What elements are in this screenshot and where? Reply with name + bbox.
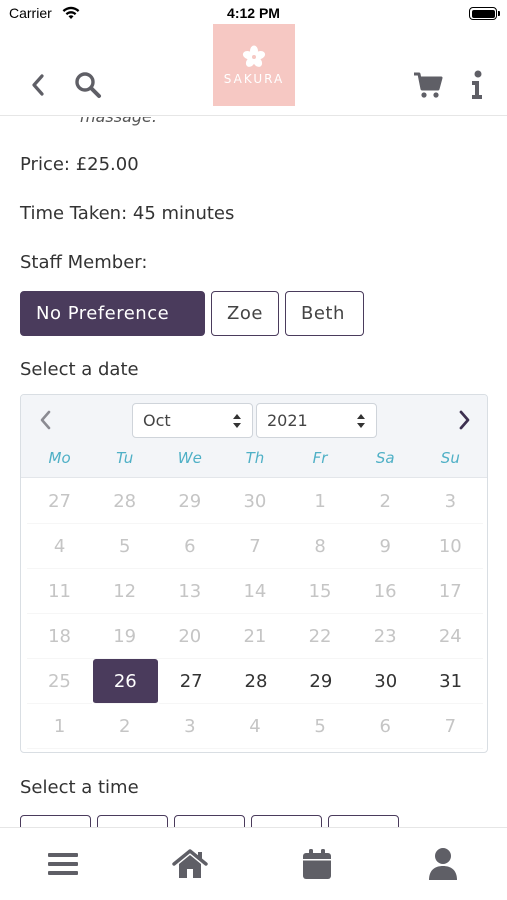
flower-icon: [242, 45, 266, 67]
calendar-day: 11: [27, 569, 93, 614]
calendar-day[interactable]: 28: [223, 659, 289, 704]
staff-options: No Preference Zoe Beth: [20, 291, 364, 336]
month-value: Oct: [143, 411, 171, 430]
calendar-day: 7: [417, 704, 483, 749]
time-slot-button[interactable]: [20, 815, 91, 827]
month-select[interactable]: Oct: [132, 403, 253, 438]
staff-option-zoe[interactable]: Zoe: [211, 291, 279, 336]
cart-icon[interactable]: [411, 68, 445, 102]
calendar-week: 27 28 29 30 1 2 3: [27, 479, 483, 524]
calendar-day: 1: [287, 479, 353, 524]
select-time-label: Select a time: [20, 777, 139, 798]
year-select[interactable]: 2021: [256, 403, 377, 438]
weekday-label: Tu: [116, 449, 134, 467]
calendar-day: 22: [287, 614, 353, 659]
calendar-day: 13: [157, 569, 223, 614]
calendar-day: 2: [92, 704, 158, 749]
calendar-day: 2: [352, 479, 418, 524]
calendar-icon[interactable]: [299, 846, 335, 882]
staff-option-beth[interactable]: Beth: [285, 291, 364, 336]
calendar-day: 24: [417, 614, 483, 659]
calendar-day: 15: [287, 569, 353, 614]
weekday-label: Sa: [375, 449, 395, 467]
calendar-day: 5: [92, 524, 158, 569]
weekday-label: Su: [440, 449, 460, 467]
weekday-label: Fr: [312, 449, 328, 467]
year-value: 2021: [267, 411, 308, 430]
calendar-header: Oct 2021 Mo Tu We Th Fr Sa Su: [21, 395, 487, 478]
calendar-day: 18: [27, 614, 93, 659]
calendar-day: 6: [157, 524, 223, 569]
search-icon[interactable]: [71, 68, 105, 102]
calendar-day[interactable]: 30: [353, 659, 419, 704]
select-caret-icon: [233, 414, 241, 428]
calendar-week: 25 26 27 28 29 30 31: [27, 659, 484, 704]
time-slot-button[interactable]: [328, 815, 399, 827]
calendar-day: 23: [352, 614, 418, 659]
calendar-day: 21: [222, 614, 288, 659]
select-caret-icon: [357, 414, 365, 428]
calendar-day: 19: [92, 614, 158, 659]
calendar-day[interactable]: 27: [158, 659, 224, 704]
service-description: massage.: [80, 117, 157, 126]
time-slot-row: [20, 815, 399, 827]
calendar-week: 1234567: [27, 704, 483, 749]
bottom-tab-bar: [0, 827, 507, 900]
calendar-day: 28: [92, 479, 158, 524]
booking-content: massage. Price: £25.00 Time Taken: 45 mi…: [0, 117, 507, 827]
time-slot-button[interactable]: [251, 815, 322, 827]
weekday-label: Th: [245, 449, 265, 467]
calendar-day: 12: [92, 569, 158, 614]
status-time: 4:12 PM: [227, 5, 280, 21]
time-slot-button[interactable]: [97, 815, 168, 827]
calendar-day: 3: [157, 704, 223, 749]
back-chevron-icon[interactable]: [21, 68, 55, 102]
calendar-day: 8: [287, 524, 353, 569]
calendar-week: 11 12 13 14 15 16 17: [27, 569, 483, 614]
select-date-label: Select a date: [20, 359, 139, 380]
prev-month-icon[interactable]: [33, 407, 57, 433]
calendar-week: 18 19 20 21 22 23 24: [27, 614, 483, 659]
staff-member-label: Staff Member:: [20, 252, 148, 273]
calendar-day-selected[interactable]: 26: [92, 659, 158, 704]
price-label: Price: £25.00: [20, 154, 139, 175]
calendar-day: 29: [157, 479, 223, 524]
calendar-week: 4 5 6 7 8 9 10: [27, 524, 483, 569]
logo-text: SAKURA: [223, 71, 285, 86]
sakura-logo: SAKURA: [213, 24, 295, 106]
calendar-day: 3: [417, 479, 483, 524]
battery-icon: [469, 7, 500, 20]
calendar-day: 4: [222, 704, 288, 749]
calendar-day: 1: [27, 704, 93, 749]
calendar-day: 25: [27, 659, 92, 704]
calendar-day[interactable]: 31: [418, 659, 484, 704]
calendar-day: 16: [352, 569, 418, 614]
calendar-day: 27: [27, 479, 93, 524]
home-icon[interactable]: [172, 846, 208, 882]
next-month-icon[interactable]: [453, 407, 477, 433]
calendar-day: 6: [352, 704, 418, 749]
calendar-day: 20: [157, 614, 223, 659]
menu-icon[interactable]: [45, 846, 81, 882]
weekday-label: Mo: [48, 449, 71, 467]
calendar-day: 5: [287, 704, 353, 749]
info-icon[interactable]: [460, 68, 494, 102]
days-grid: 27 28 29 30 1 2 3 4 5 6 7 8 9 10 11 12 13 14 15 16 17 18 19 20 2…: [27, 479, 484, 749]
staff-option-no-preference[interactable]: No Preference: [20, 291, 205, 336]
profile-icon[interactable]: [425, 846, 461, 882]
calendar-day: 30: [222, 479, 288, 524]
calendar-day[interactable]: 29: [288, 659, 354, 704]
calendar-day: 10: [417, 524, 483, 569]
weekday-row: Mo Tu We Th Fr Sa Su: [27, 449, 483, 467]
calendar-day: 7: [222, 524, 288, 569]
calendar-day: 14: [222, 569, 288, 614]
weekday-label: We: [177, 449, 202, 467]
time-taken-label: Time Taken: 45 minutes: [20, 203, 235, 224]
calendar-day: 4: [27, 524, 93, 569]
calendar-day: 9: [352, 524, 418, 569]
time-slot-button[interactable]: [174, 815, 245, 827]
date-picker: Oct 2021 Mo Tu We Th Fr Sa Su 27 28 29 30 1 2 3 4 5 6 7 8…: [20, 394, 488, 753]
nav-header: SAKURA: [0, 24, 507, 116]
calendar-day: 17: [417, 569, 483, 614]
